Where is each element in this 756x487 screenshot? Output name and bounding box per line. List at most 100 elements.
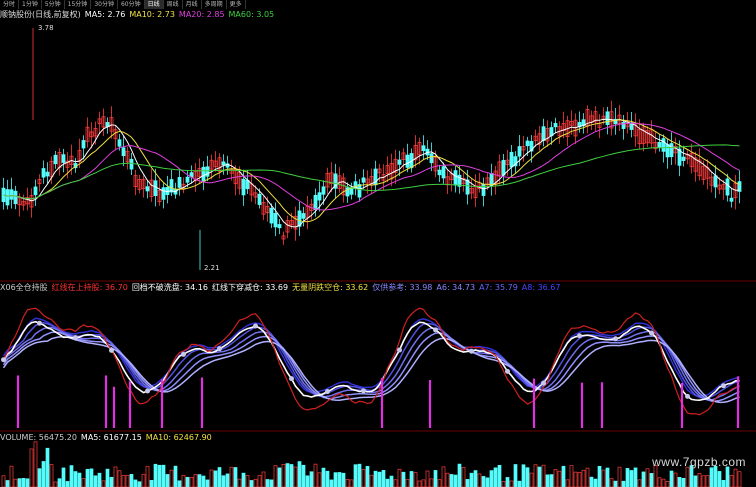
volume-bar (69, 465, 74, 487)
volume-bar (253, 478, 258, 487)
signal-dot (289, 376, 294, 382)
candle-body (117, 139, 122, 147)
candle-body (541, 126, 546, 141)
volume-bar (473, 470, 478, 487)
volume-bar (465, 479, 470, 487)
volume-bar (433, 470, 438, 487)
candle-body (605, 111, 610, 125)
watermark: www.7gpzb.com (652, 455, 746, 469)
volume-bar (429, 478, 434, 487)
volume-bar (729, 475, 734, 487)
indicator-lines (1, 307, 740, 428)
volume-bar (521, 464, 526, 487)
volume-bar (613, 480, 618, 487)
candle-body (61, 154, 66, 163)
volume-bar (693, 475, 698, 487)
volume-bar (357, 463, 362, 487)
volume-bar (401, 471, 406, 487)
candle-body (453, 170, 458, 186)
candle-body (501, 159, 506, 176)
volume-bar (73, 471, 78, 487)
signal-dot (73, 335, 78, 341)
volume-bar (133, 479, 138, 487)
volume-bar (237, 478, 242, 487)
candle-body (121, 147, 126, 157)
volume-bar (621, 480, 626, 487)
volume-bar (93, 475, 98, 487)
volume-bar (453, 474, 458, 487)
volume-bar (509, 480, 514, 487)
volume-bar (101, 480, 106, 487)
volume-bar (477, 473, 482, 487)
volume-bar (293, 466, 298, 487)
volume-bar (553, 469, 558, 487)
volume-bar (189, 476, 194, 487)
volume-bar (129, 474, 134, 487)
volume-bar (717, 471, 722, 487)
volume-bar (289, 464, 294, 487)
volume-bar (721, 480, 726, 487)
volume-bar (377, 471, 382, 487)
volume-bar (709, 467, 714, 487)
volume-bar (273, 465, 278, 487)
signal-dot (541, 380, 546, 386)
volume-bar (141, 473, 146, 487)
volume-bar (661, 478, 666, 487)
volume-bar (1, 475, 6, 487)
candle-body (9, 189, 14, 200)
candle-body (489, 173, 494, 186)
volume-bar (737, 471, 742, 487)
volume-bar (625, 468, 630, 487)
volume-bar (345, 478, 350, 487)
volume-bar (701, 475, 706, 487)
volume-bar (493, 467, 498, 487)
candle-body (41, 168, 46, 178)
volume-bar (485, 477, 490, 487)
volume-bar (449, 474, 454, 487)
candle-body (509, 151, 514, 168)
volume-bar (361, 469, 366, 487)
volume-bar (169, 469, 174, 487)
candle-body (429, 153, 434, 164)
volume-bar (617, 466, 622, 487)
volume-bar (593, 478, 598, 487)
candle-body (241, 178, 246, 196)
candle-body (321, 186, 326, 195)
volume-bar (209, 469, 214, 487)
volume-bar (89, 468, 94, 487)
volume-bar (725, 466, 730, 487)
candle-body (421, 145, 426, 152)
volume-bar (525, 467, 530, 487)
volume-bar (585, 467, 590, 487)
volume-bar (249, 480, 254, 487)
volume-bar (225, 473, 230, 487)
volume-bar (561, 465, 566, 487)
volume-bar (57, 478, 62, 487)
volume-bar (573, 471, 578, 487)
volume-bar (277, 467, 282, 487)
volume-bar (541, 464, 546, 487)
volume-bar (713, 465, 718, 487)
volume-bar (29, 448, 34, 487)
volume-bar (297, 461, 302, 487)
volume-bar (257, 475, 262, 487)
volume-bar (337, 472, 342, 487)
signal-dot (37, 320, 42, 326)
volume-bar (265, 479, 270, 487)
volume-bar (241, 472, 246, 487)
stock-chart: 3.78 2.21 (0, 24, 756, 487)
volume-bar (445, 472, 450, 487)
volume-bar (369, 474, 374, 487)
signal-dot (649, 330, 654, 336)
candle-body (437, 169, 442, 176)
candle-body (465, 179, 470, 195)
volume-bar (173, 465, 178, 487)
volume-bar (589, 476, 594, 487)
candle-body (13, 190, 18, 205)
candle-body (45, 171, 50, 177)
volume-bar (421, 479, 426, 487)
volume-bar (669, 470, 674, 487)
volume-bar (177, 480, 182, 487)
volume-bar (381, 470, 386, 487)
candle-body (277, 224, 282, 229)
